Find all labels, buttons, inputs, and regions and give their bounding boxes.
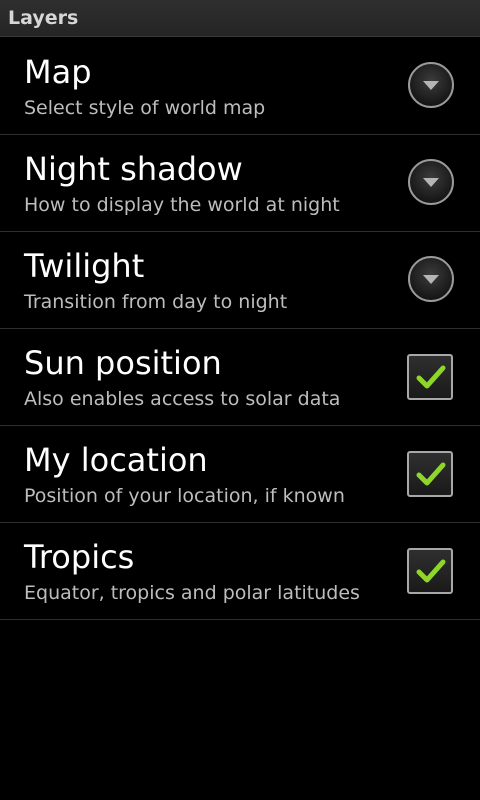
preference-label: Sun position — [24, 344, 222, 382]
night-shadow-dropdown-button[interactable] — [408, 159, 454, 205]
preference-summary: How to display the world at night — [24, 194, 340, 216]
tropics-checkbox[interactable] — [407, 548, 453, 594]
map-dropdown-button[interactable] — [408, 62, 454, 108]
preference-map[interactable]: Map Select style of world map — [0, 38, 480, 135]
chevron-down-icon — [423, 178, 439, 187]
preference-my-location[interactable]: My location Position of your location, i… — [0, 426, 480, 523]
preference-summary: Also enables access to solar data — [24, 388, 341, 410]
preference-summary: Equator, tropics and polar latitudes — [24, 582, 360, 604]
title-bar: Layers — [0, 0, 480, 37]
preference-summary: Position of your location, if known — [24, 485, 345, 507]
preference-label: Map — [24, 53, 92, 91]
twilight-dropdown-button[interactable] — [408, 256, 454, 302]
preference-night-shadow[interactable]: Night shadow How to display the world at… — [0, 135, 480, 232]
preference-tropics[interactable]: Tropics Equator, tropics and polar latit… — [0, 523, 480, 620]
preference-summary: Select style of world map — [24, 97, 266, 119]
preference-sun-position[interactable]: Sun position Also enables access to sola… — [0, 329, 480, 426]
preference-label: Tropics — [24, 538, 135, 576]
sun-position-checkbox[interactable] — [407, 354, 453, 400]
chevron-down-icon — [423, 81, 439, 90]
checkmark-icon — [416, 365, 446, 389]
preference-label: My location — [24, 441, 208, 479]
preference-twilight[interactable]: Twilight Transition from day to night — [0, 232, 480, 329]
checkmark-icon — [416, 559, 446, 583]
preference-list: Map Select style of world map Night shad… — [0, 38, 480, 620]
preference-summary: Transition from day to night — [24, 291, 288, 313]
my-location-checkbox[interactable] — [407, 451, 453, 497]
preference-label: Night shadow — [24, 150, 243, 188]
chevron-down-icon — [423, 275, 439, 284]
checkmark-icon — [416, 462, 446, 486]
page-title: Layers — [8, 7, 79, 29]
preference-label: Twilight — [24, 247, 145, 285]
